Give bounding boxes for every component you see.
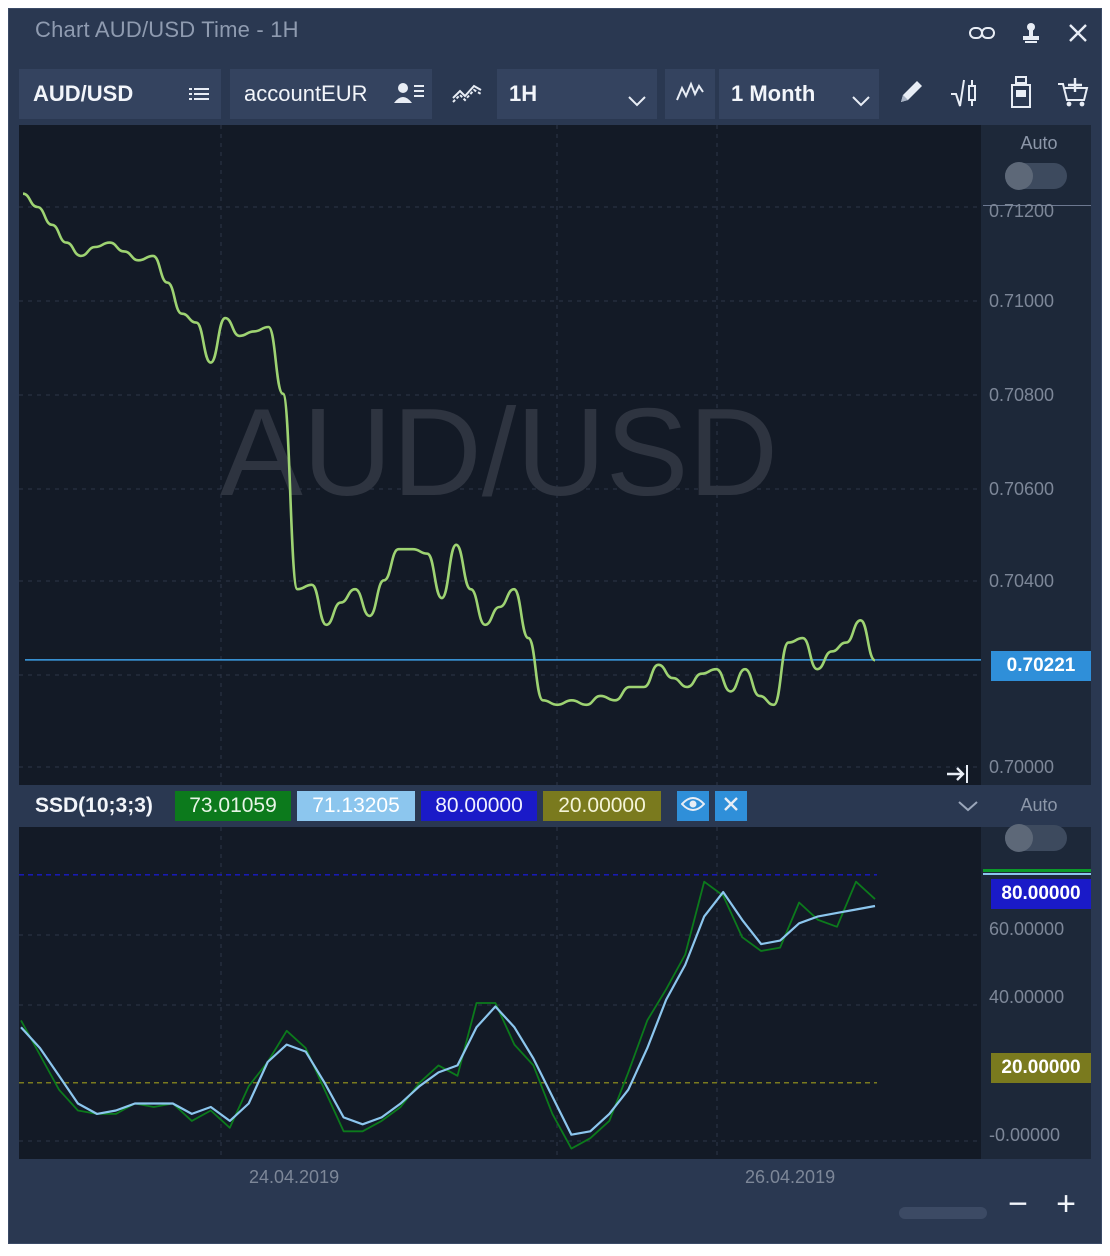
- compare-button[interactable]: [445, 69, 489, 119]
- pencil-icon: [897, 78, 925, 111]
- plot-area[interactable]: AUD/USD: [19, 125, 981, 1159]
- compare-icon: [452, 80, 482, 109]
- price-tick-label: 0.70000: [989, 757, 1055, 777]
- indicator-tick-label: 40.00000: [989, 987, 1065, 1007]
- timeframe-label: 1H: [509, 81, 538, 106]
- time-axis[interactable]: 24.04.2019 26.04.2019: [19, 1159, 981, 1195]
- indicators-button[interactable]: [943, 69, 987, 119]
- collapse-chevron-icon[interactable]: [957, 799, 979, 817]
- indicator-visibility-button[interactable]: [677, 791, 709, 821]
- template-icon: [1010, 75, 1032, 113]
- price-tick-label: 0.71200: [989, 201, 1055, 221]
- stamp-icon[interactable]: [1016, 19, 1046, 47]
- oscillator-k-line: [20, 880, 876, 1150]
- chart-toolbar: AUD/USD accountEUR 1H 1 Month: [19, 69, 1095, 119]
- lower-level-tag: 20.00000: [991, 1053, 1091, 1083]
- title-bar: Chart AUD/USD Time - 1H: [9, 9, 1101, 55]
- indicator-tick-label: 60.00000: [989, 919, 1065, 939]
- indicator-lower-level: 20.00000: [543, 791, 661, 821]
- line-style-icon: [676, 80, 704, 108]
- scroll-to-end-icon[interactable]: [947, 765, 968, 783]
- chart-watermark: AUD/USD: [220, 384, 778, 522]
- indicator-remove-button[interactable]: [715, 791, 747, 821]
- current-price-tag: 0.70221: [991, 651, 1091, 681]
- indicator-auto-toggle[interactable]: [1005, 824, 1067, 852]
- time-tick-label: 24.04.2019: [249, 1167, 340, 1187]
- indicator-name: SSD(10;3;3): [35, 794, 153, 817]
- chart-window: Chart AUD/USD Time - 1H AUD/USD accountE…: [8, 8, 1102, 1244]
- horizontal-scrollbar[interactable]: [899, 1207, 987, 1219]
- indicator-upper-level: 80.00000: [421, 791, 537, 821]
- account-selector[interactable]: accountEUR: [230, 69, 432, 119]
- indicator-auto-label: Auto: [1020, 795, 1058, 815]
- range-chevron-icon: [851, 87, 871, 113]
- indicator-value-d: 71.13205: [297, 791, 415, 821]
- add-to-cart-button[interactable]: [1051, 69, 1095, 119]
- eye-icon: [680, 794, 706, 818]
- price-tick-label: 0.71000: [989, 291, 1055, 311]
- price-auto-label: Auto: [1020, 133, 1058, 153]
- chart-style-button[interactable]: [665, 69, 715, 119]
- account-label: accountEUR: [244, 81, 368, 106]
- symbol-label: AUD/USD: [33, 81, 134, 106]
- indicator-tick-label: -0.00000: [989, 1125, 1061, 1145]
- close-icon[interactable]: [1063, 19, 1093, 47]
- range-dropdown[interactable]: 1 Month: [719, 69, 879, 119]
- indicator-value-marker: [983, 869, 1091, 872]
- list-icon: [189, 84, 209, 110]
- indicator-value-marker: [983, 873, 1091, 875]
- price-chart-svg[interactable]: AUD/USD: [19, 125, 981, 1159]
- indicator-value-k: 73.01059: [175, 791, 291, 821]
- range-label: 1 Month: [731, 81, 816, 106]
- price-tick-label: 0.70600: [989, 479, 1055, 499]
- add-to-cart-icon: [1057, 76, 1089, 113]
- symbol-selector[interactable]: AUD/USD: [19, 69, 221, 119]
- time-tick-label: 26.04.2019: [745, 1167, 836, 1187]
- zoom-in-button[interactable]: +: [1049, 1187, 1083, 1221]
- price-tick-label: 0.70400: [989, 571, 1055, 591]
- candle-indicator-icon: [949, 76, 981, 113]
- remove-icon: [723, 794, 739, 818]
- draw-button[interactable]: [889, 69, 933, 119]
- oscillator-d-line: [20, 891, 876, 1136]
- price-auto-toggle[interactable]: [1005, 162, 1067, 190]
- template-button[interactable]: [999, 69, 1043, 119]
- timeframe-dropdown[interactable]: 1H: [497, 69, 657, 119]
- price-tick-label: 0.70800: [989, 385, 1055, 405]
- oscillator-layer: [19, 874, 877, 1150]
- upper-level-tag: 80.00000: [991, 879, 1091, 909]
- account-icon: [394, 81, 424, 111]
- link-icon[interactable]: [967, 19, 997, 47]
- window-title: Chart AUD/USD Time - 1H: [35, 17, 299, 42]
- zoom-out-button[interactable]: −: [1003, 1187, 1033, 1221]
- indicator-header: SSD(10;3;3) 73.01059 71.13205 80.00000 2…: [19, 785, 1091, 827]
- timeframe-chevron-icon: [627, 87, 647, 113]
